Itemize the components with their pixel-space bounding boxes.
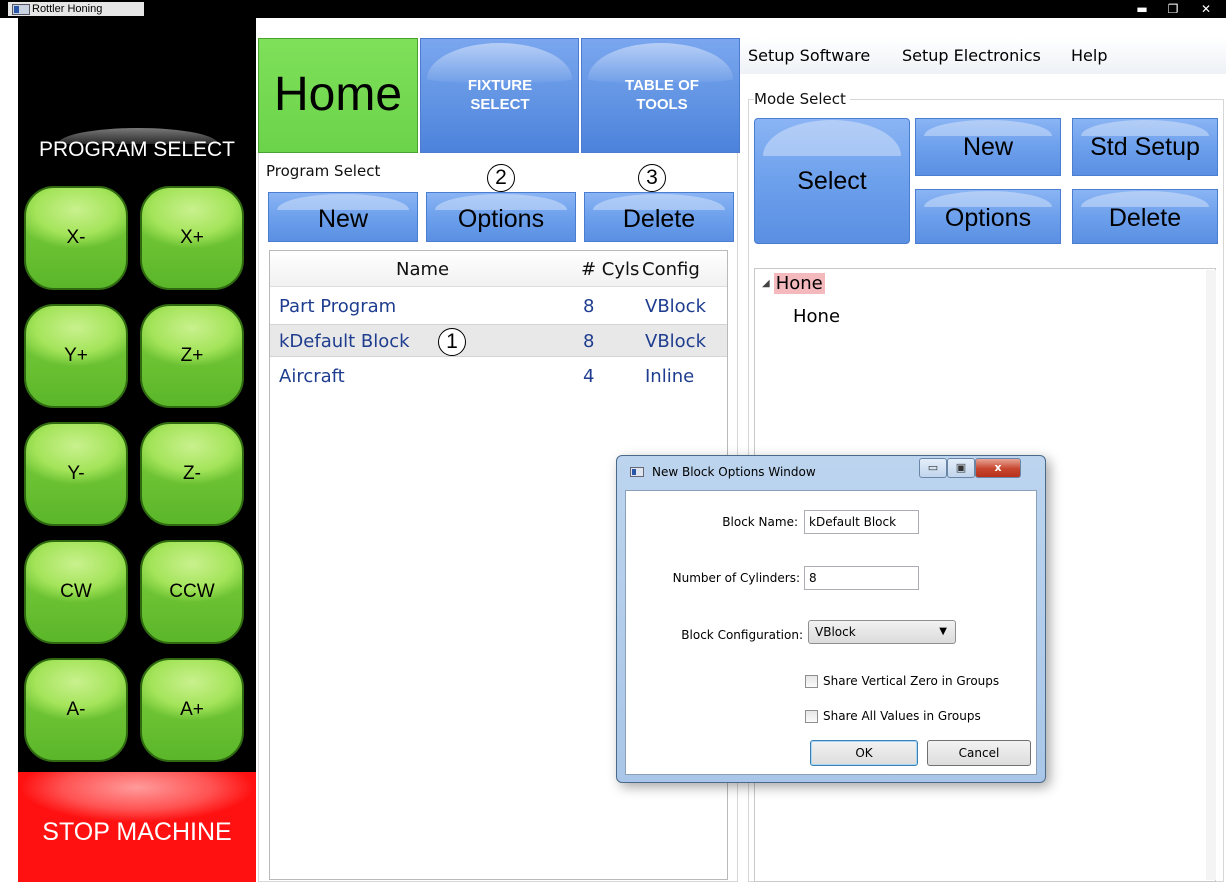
share-vertical-checkbox[interactable] xyxy=(805,675,818,688)
cylinders-label: Number of Cylinders: xyxy=(672,571,800,585)
close-button[interactable]: ✕ xyxy=(1192,2,1220,16)
row-name: Aircraft xyxy=(279,366,345,387)
program-options-label: Options xyxy=(457,205,545,233)
mode-new-button[interactable]: New xyxy=(915,118,1061,176)
jog-cw-button[interactable]: CW xyxy=(24,540,128,644)
tab-fixture-select[interactable]: FIXTURE SELECT xyxy=(420,38,579,153)
jog-z-minus-button[interactable]: Z- xyxy=(140,422,244,526)
tab-tools-label: TABLE OF TOOLS xyxy=(625,77,699,113)
tab-fixture-label: FIXTURE SELECT xyxy=(467,77,533,113)
share-all-label: Share All Values in Groups xyxy=(823,709,981,723)
dialog-close-button[interactable]: x xyxy=(975,458,1021,478)
cylinders-field[interactable]: 8 xyxy=(804,566,919,590)
row-cyls: 8 xyxy=(583,331,595,352)
row-config: VBlock xyxy=(645,296,706,317)
program-new-button[interactable]: New xyxy=(268,192,418,242)
row-name: Part Program xyxy=(279,296,397,317)
table-row[interactable]: Aircraft 4 Inline xyxy=(270,360,727,393)
menu-help[interactable]: Help xyxy=(1071,46,1107,65)
jog-x-minus-button[interactable]: X- xyxy=(24,186,128,290)
menu-setup-electronics[interactable]: Setup Electronics xyxy=(902,46,1041,65)
jog-y-plus-button[interactable]: Y+ xyxy=(24,304,128,408)
window-title-bar xyxy=(0,0,1226,18)
jog-a-minus-button[interactable]: A- xyxy=(24,658,128,762)
row-cyls: 8 xyxy=(583,296,595,317)
program-options-button[interactable]: Options xyxy=(426,192,576,242)
jog-ccw-button[interactable]: CCW xyxy=(140,540,244,644)
tree-scrollbar[interactable] xyxy=(1206,270,1216,880)
grid-header: Name # Cyls Config xyxy=(270,251,727,287)
row-config: VBlock xyxy=(645,331,706,352)
dropdown-arrow-icon: ▼ xyxy=(939,626,947,637)
mode-options-label: Options xyxy=(944,204,1032,232)
jog-a-plus-button[interactable]: A+ xyxy=(140,658,244,762)
share-vertical-label: Share Vertical Zero in Groups xyxy=(823,674,1000,688)
maximize-button[interactable]: ❐ xyxy=(1160,2,1186,16)
block-name-label: Block Name: xyxy=(722,515,798,529)
mode-delete-button[interactable]: Delete xyxy=(1072,189,1218,244)
jog-y-minus-button[interactable]: Y- xyxy=(24,422,128,526)
dialog-app-icon xyxy=(630,467,644,477)
mode-new-label: New xyxy=(962,133,1013,161)
program-delete-label: Delete xyxy=(622,205,696,233)
std-setup-label: Std Setup xyxy=(1090,133,1200,161)
mode-select-button[interactable]: Select xyxy=(754,118,910,244)
window-title: Rottler Honing xyxy=(32,3,103,15)
stop-machine-button[interactable]: STOP MACHINE xyxy=(18,772,256,882)
block-config-value: VBlock xyxy=(815,625,856,639)
row-cyls: 4 xyxy=(583,366,595,387)
block-config-label: Block Configuration: xyxy=(681,628,803,642)
dialog-title: New Block Options Window xyxy=(652,465,816,479)
button-gloss xyxy=(763,120,901,156)
tree-node-root-label: Hone xyxy=(773,273,825,294)
tree-node-child[interactable]: Hone xyxy=(793,306,840,327)
mode-select-button-label: Select xyxy=(797,167,867,195)
jog-z-plus-button[interactable]: Z+ xyxy=(140,304,244,408)
callout-1: 1 xyxy=(438,328,466,356)
tab-home[interactable]: Home xyxy=(258,38,418,153)
mode-delete-label: Delete xyxy=(1108,204,1182,232)
row-config: Inline xyxy=(645,366,695,387)
column-config-header[interactable]: Config xyxy=(642,259,700,280)
menu-setup-software[interactable]: Setup Software xyxy=(748,46,870,65)
callout-3: 3 xyxy=(638,164,666,192)
dialog-maximize-button[interactable]: ▣ xyxy=(947,458,975,478)
std-setup-button[interactable]: Std Setup xyxy=(1072,118,1218,176)
block-config-select[interactable]: VBlock ▼ xyxy=(808,620,956,644)
ok-button[interactable]: OK xyxy=(810,740,918,766)
program-delete-button[interactable]: Delete xyxy=(584,192,734,242)
program-new-label: New xyxy=(317,205,368,233)
expand-arrow-icon[interactable]: ◢ xyxy=(762,278,770,289)
tree-node-root[interactable]: ◢ Hone xyxy=(762,273,825,294)
program-select-label: Program Select xyxy=(266,162,381,180)
tab-home-label: Home xyxy=(273,68,403,121)
row-name: kDefault Block xyxy=(279,331,410,352)
mode-select-label: Mode Select xyxy=(754,90,850,108)
column-cyls-header[interactable]: # Cyls xyxy=(581,259,639,280)
menu-bar: Setup Software Setup Electronics Help xyxy=(740,38,1226,74)
callout-2: 2 xyxy=(487,164,515,192)
app-icon xyxy=(12,4,30,15)
program-select-heading: PROGRAM SELECT xyxy=(38,138,236,161)
cancel-button[interactable]: Cancel xyxy=(927,740,1031,766)
table-row[interactable]: Part Program 8 VBlock xyxy=(270,290,727,323)
minimize-button[interactable]: ▬ xyxy=(1128,2,1156,16)
block-name-field[interactable]: kDefault Block xyxy=(804,510,919,534)
dialog-minimize-button[interactable]: ▭ xyxy=(919,458,947,478)
mode-options-button[interactable]: Options xyxy=(915,189,1061,244)
column-name-header[interactable]: Name xyxy=(396,259,449,280)
tab-table-of-tools[interactable]: TABLE OF TOOLS xyxy=(581,38,740,153)
table-row-selected[interactable]: kDefault Block 8 VBlock xyxy=(270,324,727,357)
jog-x-plus-button[interactable]: X+ xyxy=(140,186,244,290)
share-all-checkbox[interactable] xyxy=(805,710,818,723)
